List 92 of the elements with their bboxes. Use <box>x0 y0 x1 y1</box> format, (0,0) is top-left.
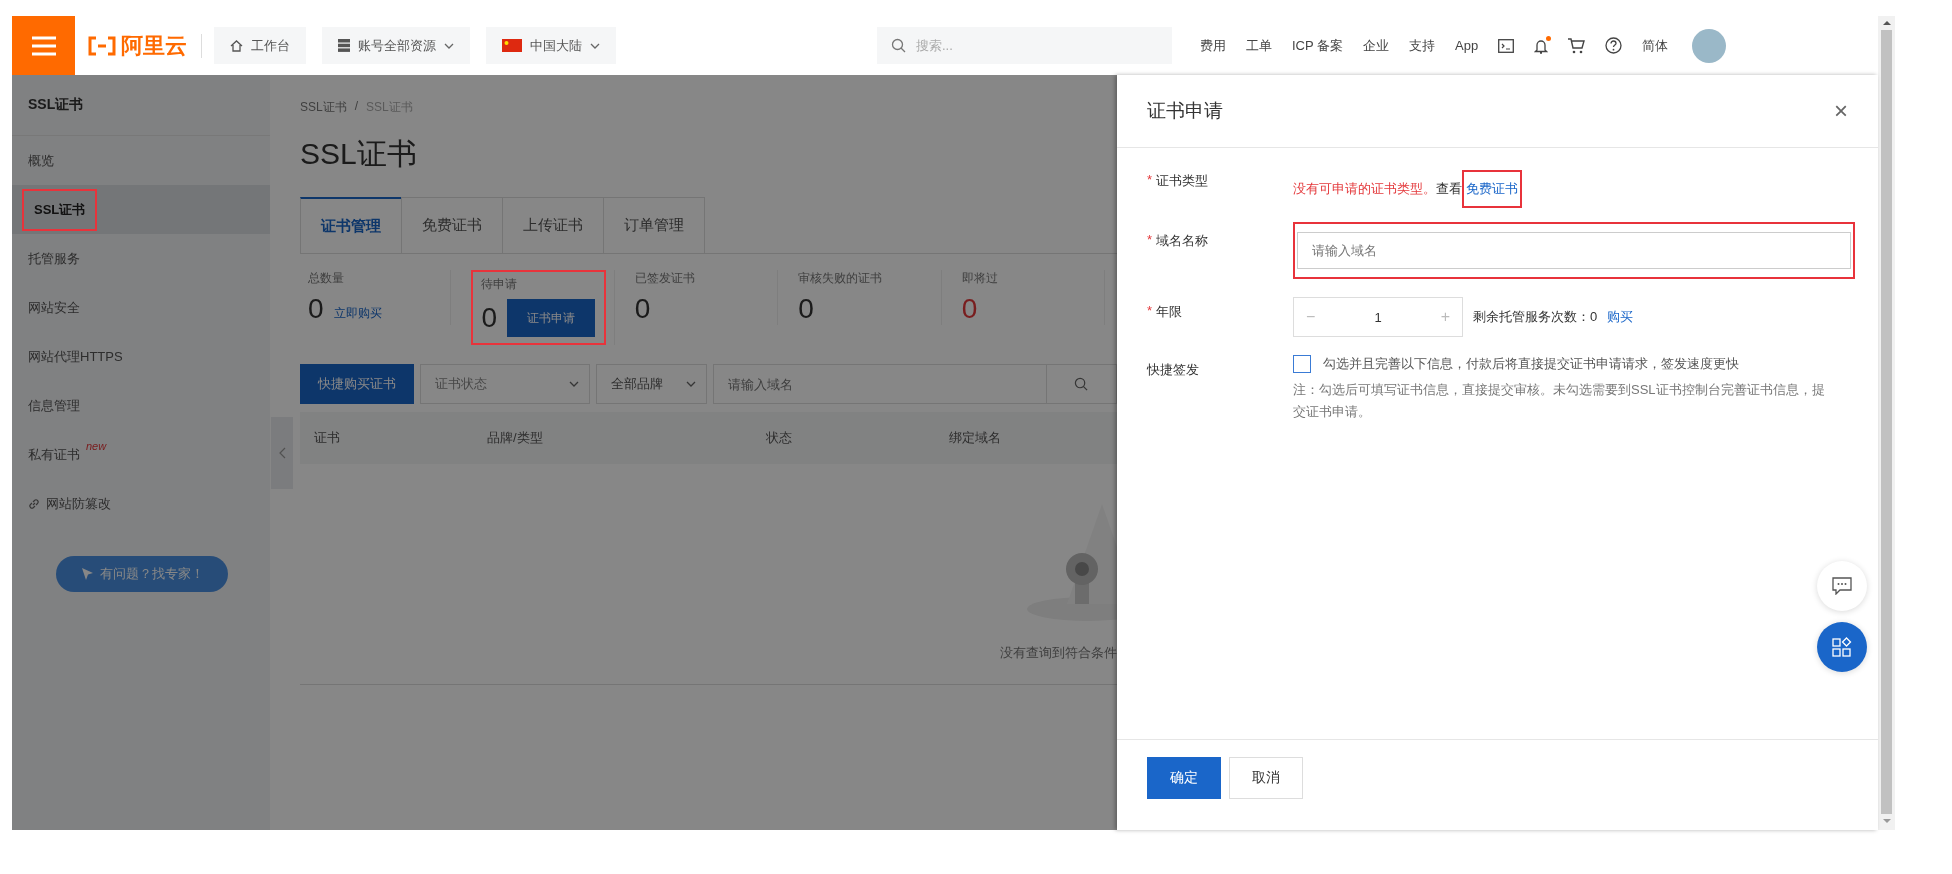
status-select[interactable]: 证书状态 <box>420 364 591 404</box>
nav-link[interactable]: App <box>1455 38 1479 53</box>
domain-input-field[interactable]: 请输入域名 <box>1297 232 1851 269</box>
column-header: 证书 <box>313 429 341 447</box>
stat-label: 总数量 <box>308 270 345 287</box>
nav-button[interactable]: 账号全部资源 <box>322 27 470 64</box>
sidebar-item[interactable]: SSL证书 <box>12 185 270 234</box>
search-field[interactable]: 搜索... <box>877 27 1172 64</box>
brand-select[interactable]: 全部品牌 <box>596 364 707 404</box>
logo-text: 阿里云 <box>121 31 187 60</box>
domain-search-field[interactable]: 请输入域名 <box>712 364 1047 404</box>
empty-state-text: 没有查询到符合条件 <box>1000 644 1117 662</box>
caret-icon <box>569 381 580 387</box>
apps-button[interactable] <box>1817 622 1867 672</box>
cursor-icon <box>80 567 94 581</box>
quick-buy-button[interactable]: 快捷购买证书 <box>300 364 414 404</box>
logo-icon <box>87 35 117 56</box>
sidebar-item[interactable]: 网站安全 <box>12 283 270 332</box>
quick-issue-checkbox[interactable] <box>1293 355 1311 373</box>
chat-icon <box>1832 577 1852 595</box>
cancel-button[interactable]: 取消 <box>1229 757 1303 799</box>
nav-link[interactable]: 企业 <box>1363 36 1390 55</box>
menu-icon <box>31 35 56 56</box>
sidebar-item[interactable]: 信息管理 <box>12 381 270 430</box>
sidebar-item[interactable]: 网站代理HTTPS <box>12 332 270 381</box>
checkbox-label: 勾选并且完善以下信息，付款后将直接提交证书申请请求，签发速度更快 <box>1323 355 1739 373</box>
stat-value: 0 <box>481 302 497 334</box>
breadcrumb-link[interactable]: SSL证书 <box>300 99 347 116</box>
confirm-button[interactable]: 确定 <box>1147 757 1221 799</box>
stat-label: 待申请 <box>481 276 519 293</box>
no-certificate-message: 没有可申请的证书类型。查看 免费证书 <box>1293 162 1522 208</box>
buy-link[interactable]: 购买 <box>1607 308 1634 326</box>
flag-icon <box>502 39 522 52</box>
chat-button[interactable] <box>1817 561 1867 611</box>
caret-icon <box>444 42 454 49</box>
stat-label: 审核失败的证书 <box>798 270 884 287</box>
nav-link[interactable]: 工单 <box>1246 36 1272 55</box>
stat-value: 0 <box>961 293 978 325</box>
tab[interactable]: 订单管理 <box>603 197 705 253</box>
home-icon <box>230 39 243 52</box>
scrollbar[interactable] <box>1878 16 1895 830</box>
menu-button[interactable] <box>12 16 75 75</box>
stat-value: 0 <box>634 293 651 325</box>
bell-icon[interactable] <box>1534 37 1549 54</box>
field-label: * 域名名称 <box>1147 231 1210 250</box>
highlight-frame: SSL证书 <box>22 188 98 231</box>
caret-icon <box>590 42 600 49</box>
field-label: * 年限 <box>1147 302 1184 321</box>
new-label: new <box>86 440 107 452</box>
note-text: 注：勾选后可填写证书信息，直接提交审核。未勾选需要到SSL证书控制台完善证书信息，提交证书申请。 <box>1293 381 1826 421</box>
scroll-down-icon[interactable] <box>1882 818 1891 824</box>
stat-value: 0 <box>798 293 814 325</box>
chevron-left-icon <box>278 447 286 459</box>
search-icon <box>891 38 906 53</box>
stat-label: 即将过 <box>961 270 999 287</box>
language-link[interactable]: 简体 <box>1642 36 1669 55</box>
page-title: SSL证书 <box>300 136 418 172</box>
free-certificate-link[interactable]: 免费证书 <box>1466 180 1518 198</box>
sidebar-item[interactable]: 概览 <box>12 136 270 185</box>
field-label: 快捷签发 <box>1147 361 1200 379</box>
close-button[interactable]: × <box>1834 97 1848 125</box>
help-icon[interactable] <box>1605 37 1623 54</box>
apps-icon <box>1832 637 1852 657</box>
nav-link[interactable]: 支持 <box>1409 36 1436 55</box>
caret-icon <box>685 381 696 387</box>
field-label: * 证书类型 <box>1147 171 1210 190</box>
sidebar-item[interactable]: 托管服务 <box>12 234 270 283</box>
stat-value: 0 <box>308 293 324 325</box>
buy-now-link[interactable]: 立即购买 <box>333 304 382 322</box>
collapse-handle[interactable] <box>271 417 293 489</box>
stack-icon <box>338 39 350 52</box>
drawer-title: 证书申请 <box>1147 99 1223 123</box>
scroll-up-icon[interactable] <box>1882 20 1891 26</box>
expert-help-button[interactable]: 有问题？找专家！ <box>56 556 228 592</box>
nav-link[interactable]: ICP 备案 <box>1292 36 1344 55</box>
sidebar-item[interactable]: 网站防篡改 <box>12 479 270 528</box>
link-icon <box>28 497 40 510</box>
apply-certificate-button[interactable]: 证书申请 <box>507 299 595 337</box>
remaining-count-text: 剩余托管服务次数：0 <box>1473 308 1598 326</box>
search-icon <box>1074 377 1089 391</box>
stat-label: 已签发证书 <box>634 270 696 287</box>
terminal-icon[interactable] <box>1498 38 1515 53</box>
column-header: 品牌/类型 <box>486 429 544 447</box>
nav-link[interactable]: 费用 <box>1200 36 1226 55</box>
breadcrumb-separator: / <box>354 99 359 115</box>
nav-button[interactable]: 中国大陆 <box>486 27 616 64</box>
cart-icon[interactable] <box>1568 37 1586 54</box>
sidebar-item[interactable]: 私有证书 new <box>12 430 270 479</box>
column-header: 状态 <box>765 429 793 447</box>
nav-button[interactable]: 工作台 <box>214 27 306 64</box>
tab[interactable]: 证书管理 <box>300 197 402 253</box>
column-header: 绑定域名 <box>948 429 1002 447</box>
